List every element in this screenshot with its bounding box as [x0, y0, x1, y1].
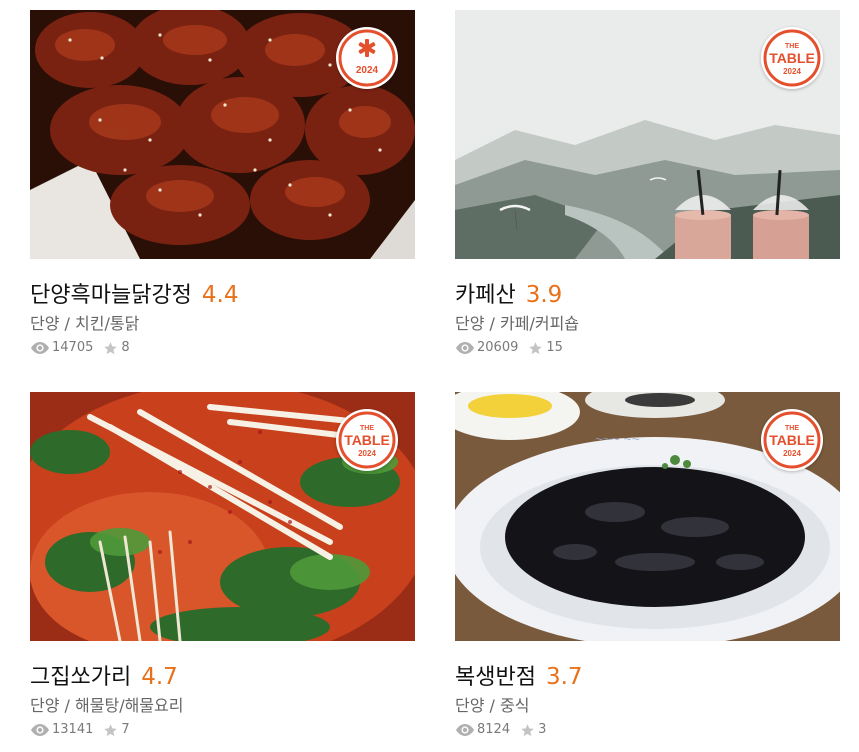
- restaurant-name[interactable]: 카페산: [455, 283, 516, 308]
- title-row: 복생반점 3.7: [455, 661, 840, 693]
- restaurant-photo-mountain-cafe[interactable]: THE TABLE 2024: [455, 10, 840, 259]
- restaurant-grid: 2024 단양흑마늘닭강정 4.4 단양 / 치킨/통닭 14705 8 THE…: [0, 0, 859, 752]
- restaurant-rating: 3.9: [525, 282, 563, 308]
- restaurant-region: 단양: [30, 314, 60, 333]
- restaurant-location-category: 단양 / 카페/커피숍: [455, 313, 840, 335]
- svg-text:~~~ ~~: ~~~ ~~: [595, 431, 640, 447]
- review-count: 8: [121, 340, 130, 355]
- restaurant-card[interactable]: THE TABLE 2024 그집쏘가리 4.7 단양 / 해물탕/해물요리 13…: [30, 392, 415, 739]
- restaurant-card[interactable]: THE TABLE 2024 카페산 3.9 단양 / 카페/커피숍 20609: [455, 10, 840, 357]
- the-table-award-badge: THE TABLE 2024: [336, 409, 398, 471]
- view-count: 13141: [52, 722, 94, 737]
- restaurant-category: 해물탕/해물요리: [75, 696, 184, 715]
- restaurant-name[interactable]: 단양흑마늘닭강정: [30, 283, 192, 308]
- restaurant-rating: 4.4: [201, 282, 239, 308]
- restaurant-stats: 8124 3: [455, 721, 840, 739]
- restaurant-location-category: 단양 / 중식: [455, 695, 840, 717]
- restaurant-rating: 3.7: [545, 664, 583, 690]
- badge-year: 2024: [783, 449, 801, 458]
- view-count: 14705: [52, 340, 94, 355]
- eye-icon: [31, 724, 49, 736]
- title-row: 카페산 3.9: [455, 279, 840, 311]
- restaurant-stats: 14705 8: [30, 339, 415, 357]
- restaurant-photo-jajangmyeon[interactable]: ~~~ ~~ THE TABLE 2024: [455, 392, 840, 641]
- restaurant-card[interactable]: ~~~ ~~ THE TABLE 2024 복생반점 3.7 단양 / 중식 8…: [455, 392, 840, 739]
- badge-the: THE: [360, 425, 374, 432]
- restaurant-photo-seafood-stew[interactable]: THE TABLE 2024: [30, 392, 415, 641]
- star-icon: [104, 341, 118, 354]
- badge-table: TABLE: [344, 432, 390, 448]
- separator: /: [489, 696, 495, 715]
- badge-year: 2024: [358, 449, 376, 458]
- review-count: 15: [546, 340, 563, 355]
- separator: /: [64, 696, 70, 715]
- restaurant-stats: 13141 7: [30, 721, 415, 739]
- view-count: 8124: [477, 722, 511, 737]
- restaurant-card[interactable]: 2024 단양흑마늘닭강정 4.4 단양 / 치킨/통닭 14705 8: [30, 10, 415, 357]
- restaurant-stats: 20609 15: [455, 339, 840, 357]
- restaurant-category: 카페/커피숍: [500, 314, 580, 333]
- eye-icon: [31, 342, 49, 354]
- restaurant-category: 중식: [500, 696, 530, 715]
- badge-year: 2024: [356, 65, 379, 76]
- review-count: 7: [121, 722, 130, 737]
- restaurant-rating: 4.7: [141, 664, 178, 690]
- star-icon: [521, 723, 534, 736]
- eye-icon: [456, 342, 474, 354]
- review-count: 3: [538, 722, 547, 737]
- the-table-award-badge: THE TABLE 2024: [761, 409, 823, 471]
- star-icon: [529, 341, 543, 354]
- title-row: 그집쏘가리 4.7: [30, 661, 415, 693]
- restaurant-location-category: 단양 / 해물탕/해물요리: [30, 695, 415, 717]
- badge-the: THE: [785, 43, 799, 50]
- restaurant-category: 치킨/통닭: [75, 314, 140, 333]
- restaurant-region: 단양: [455, 314, 485, 333]
- award-badge-2024: 2024: [336, 27, 398, 89]
- star-icon: [104, 723, 118, 736]
- badge-the: THE: [785, 425, 799, 432]
- restaurant-region: 단양: [30, 696, 60, 715]
- title-row: 단양흑마늘닭강정 4.4: [30, 279, 415, 311]
- view-count: 20609: [477, 340, 519, 355]
- separator: /: [489, 314, 495, 333]
- restaurant-location-category: 단양 / 치킨/통닭: [30, 313, 415, 335]
- eye-icon: [456, 724, 474, 736]
- badge-table: TABLE: [769, 50, 815, 66]
- separator: /: [64, 314, 70, 333]
- restaurant-name[interactable]: 그집쏘가리: [30, 665, 131, 690]
- restaurant-name[interactable]: 복생반점: [455, 665, 536, 690]
- restaurant-region: 단양: [455, 696, 485, 715]
- badge-year: 2024: [783, 67, 801, 76]
- restaurant-photo-fried-chicken[interactable]: 2024: [30, 10, 415, 259]
- the-table-award-badge: THE TABLE 2024: [761, 27, 823, 89]
- badge-table: TABLE: [769, 432, 815, 448]
